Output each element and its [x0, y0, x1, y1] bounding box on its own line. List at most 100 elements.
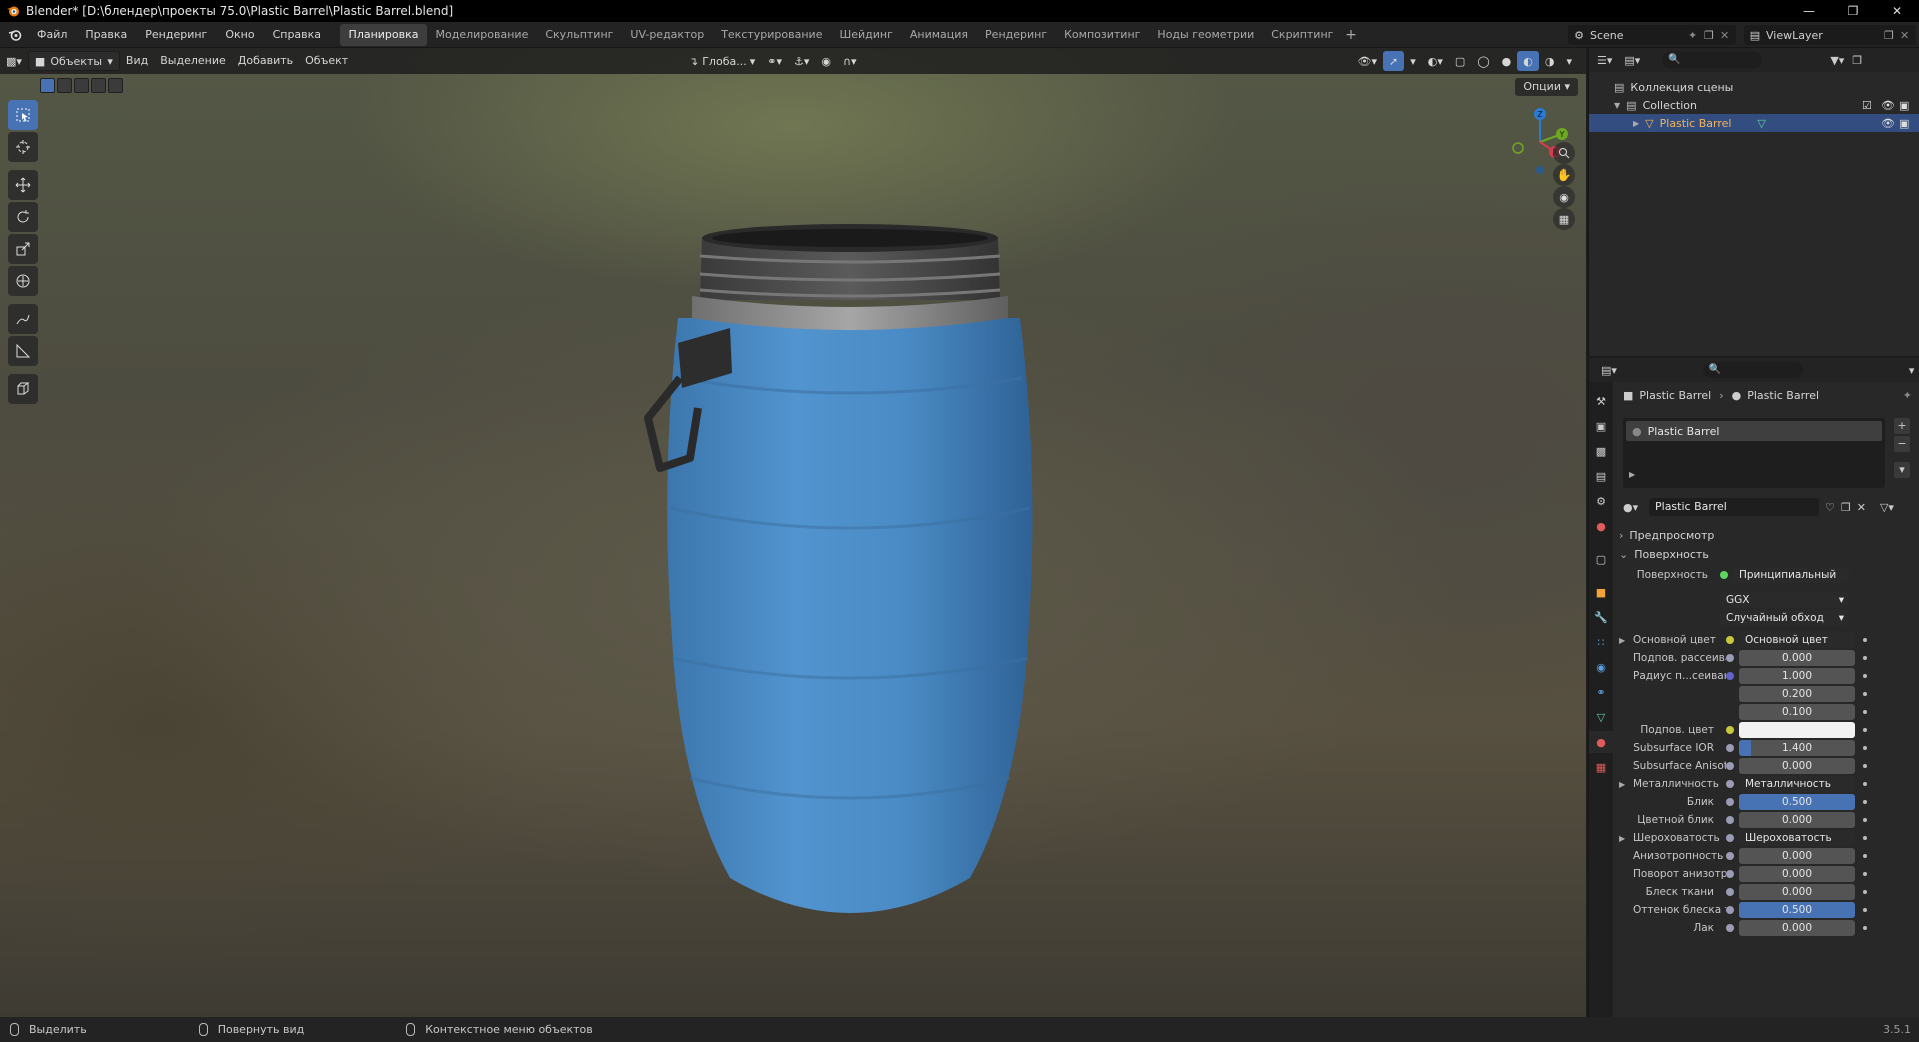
- socket-dot[interactable]: [1726, 906, 1734, 914]
- output-tab-icon[interactable]: ▩: [1589, 440, 1613, 462]
- material-name-field[interactable]: Plastic Barrel: [1649, 498, 1819, 516]
- solid-shading-icon[interactable]: ●: [1496, 51, 1518, 71]
- numeric-field[interactable]: 0.000: [1739, 920, 1855, 936]
- delete-scene-icon[interactable]: ✕: [1720, 29, 1736, 42]
- minimize-icon[interactable]: —: [1787, 0, 1831, 22]
- keyframe-dot-icon[interactable]: [1863, 908, 1867, 912]
- editor-type-button[interactable]: ▩▾: [0, 51, 28, 71]
- particles-tab-icon[interactable]: ∷: [1589, 631, 1613, 653]
- numeric-field[interactable]: 1.400: [1739, 740, 1855, 756]
- socket-dot[interactable]: [1726, 672, 1734, 680]
- select-intersect-icon[interactable]: [108, 77, 123, 93]
- render-camera-icon[interactable]: ▣: [1899, 117, 1909, 130]
- material-tab-icon[interactable]: ●: [1589, 731, 1613, 753]
- scene-tab-icon[interactable]: ⚙: [1589, 490, 1613, 512]
- keyframe-dot-icon[interactable]: [1863, 764, 1867, 768]
- pan-hand-icon[interactable]: ✋: [1553, 164, 1575, 186]
- 3d-viewport[interactable]: ▩▾ ■ Объекты ▾ Вид Выделение Добавить Об…: [0, 48, 1586, 1017]
- panel-preview-header[interactable]: › Предпросмотр: [1619, 526, 1914, 544]
- rendered-shading-icon[interactable]: ◑: [1539, 51, 1561, 71]
- outliner-row-scene-collection[interactable]: ▤ Коллекция сцены: [1589, 78, 1919, 96]
- keyframe-dot-icon[interactable]: [1863, 710, 1867, 714]
- panel-surface-header[interactable]: ⌄ Поверхность: [1619, 545, 1914, 563]
- socket-dot[interactable]: [1726, 726, 1734, 734]
- perspective-grid-icon[interactable]: ▦: [1553, 208, 1575, 230]
- scale-icon[interactable]: [8, 234, 38, 264]
- keyframe-dot-icon[interactable]: [1863, 890, 1867, 894]
- gizmo-dropdown-icon[interactable]: ▾: [1404, 51, 1422, 71]
- keyframe-dot-icon[interactable]: [1863, 674, 1867, 678]
- socket-dot[interactable]: [1726, 744, 1734, 752]
- exclude-checkbox[interactable]: ☑: [1862, 99, 1872, 112]
- subsurface-method-dropdown[interactable]: Случайный обход ▾: [1720, 610, 1848, 626]
- tool-tab-icon[interactable]: ⚒: [1589, 390, 1613, 412]
- new-view-layer-icon[interactable]: ❐: [1884, 29, 1900, 42]
- add-cube-icon[interactable]: [8, 374, 38, 404]
- socket-dot[interactable]: [1726, 762, 1734, 770]
- expand-arrow-icon[interactable]: ▼: [1614, 101, 1620, 110]
- maximize-icon[interactable]: ❐: [1831, 0, 1875, 22]
- world-tab-icon[interactable]: ●: [1589, 515, 1613, 537]
- viewport-menu-object[interactable]: Объект: [299, 48, 354, 74]
- keyframe-dot-icon[interactable]: [1863, 872, 1867, 876]
- tab-geometry-nodes[interactable]: Ноды геометрии: [1149, 24, 1263, 46]
- outliner-search-input[interactable]: 🔍: [1662, 52, 1763, 68]
- render-tab-icon[interactable]: ▣: [1589, 415, 1613, 437]
- tab-compositing[interactable]: Композитинг: [1056, 24, 1149, 46]
- wireframe-shading-icon[interactable]: ◯: [1471, 51, 1495, 71]
- linked-input-field[interactable]: Металличность: [1739, 776, 1855, 792]
- delete-view-layer-icon[interactable]: ✕: [1900, 29, 1916, 42]
- orientation-dropdown[interactable]: ↴ Глоба... ▾: [683, 51, 761, 71]
- slot-specials-icon[interactable]: ▾: [1894, 462, 1910, 478]
- socket-dot[interactable]: [1726, 834, 1734, 842]
- surface-shader-field[interactable]: Принципиальный BSDF: [1733, 567, 1849, 583]
- numeric-field[interactable]: 0.000: [1739, 884, 1855, 900]
- material-slot-list[interactable]: ● Plastic Barrel ▶: [1623, 418, 1885, 488]
- linked-input-field[interactable]: Шероховатость: [1739, 830, 1855, 846]
- keyframe-dot-icon[interactable]: [1863, 800, 1867, 804]
- numeric-field[interactable]: 0.000: [1739, 758, 1855, 774]
- expand-arrow-icon[interactable]: ▶: [1619, 636, 1629, 645]
- view-layer-tab-icon[interactable]: ▤: [1589, 465, 1613, 487]
- menu-help[interactable]: Справка: [264, 22, 330, 48]
- keyframe-dot-icon[interactable]: [1863, 746, 1867, 750]
- plastic-barrel-object[interactable]: [620, 218, 1080, 958]
- pin-icon[interactable]: ✦: [1688, 29, 1704, 42]
- new-scene-icon[interactable]: ❐: [1704, 29, 1720, 42]
- socket-dot[interactable]: [1726, 888, 1734, 896]
- numeric-field[interactable]: 0.500: [1739, 902, 1855, 918]
- numeric-field[interactable]: 1.000: [1739, 668, 1855, 684]
- tab-modeling[interactable]: Моделирование: [427, 24, 537, 46]
- options-dropdown[interactable]: Опции ▾: [1515, 78, 1578, 96]
- annotate-icon[interactable]: [8, 304, 38, 334]
- socket-dot[interactable]: [1726, 924, 1734, 932]
- keyframe-dot-icon[interactable]: [1863, 638, 1867, 642]
- view-layer-selector[interactable]: ▤ ViewLayer ❐ ✕: [1744, 25, 1916, 45]
- outliner-editor-icon[interactable]: ☰▾: [1597, 54, 1612, 67]
- keyframe-dot-icon[interactable]: [1863, 692, 1867, 696]
- modifier-tab-icon[interactable]: 🔧: [1589, 606, 1613, 628]
- collection-tab-icon[interactable]: ▢: [1589, 548, 1613, 570]
- numeric-field[interactable]: 0.000: [1739, 866, 1855, 882]
- menu-edit[interactable]: Правка: [76, 22, 136, 48]
- socket-dot[interactable]: [1726, 852, 1734, 860]
- gizmo-neg-z[interactable]: [1536, 166, 1544, 174]
- keyframe-dot-icon[interactable]: [1863, 854, 1867, 858]
- expand-arrow-icon[interactable]: ▶: [1619, 834, 1629, 843]
- keyframe-dot-icon[interactable]: [1863, 836, 1867, 840]
- material-browse-icon[interactable]: ●▾: [1623, 501, 1645, 514]
- blender-menu-icon[interactable]: [8, 28, 22, 42]
- menu-file[interactable]: Файл: [28, 22, 76, 48]
- outliner-row-collection[interactable]: ▼ ▤ Collection ☑ 👁 ▣: [1589, 96, 1919, 114]
- rotate-icon[interactable]: [8, 202, 38, 232]
- select-box-icon[interactable]: [8, 100, 38, 130]
- measure-icon[interactable]: [8, 336, 38, 366]
- unlink-material-icon[interactable]: ✕: [1857, 501, 1866, 514]
- select-extend-icon[interactable]: [57, 77, 72, 93]
- object-tab-icon[interactable]: ■: [1589, 581, 1613, 603]
- camera-view-icon[interactable]: ◉: [1553, 186, 1575, 208]
- mesh-data-icon[interactable]: ▽: [1757, 117, 1765, 130]
- menu-window[interactable]: Окно: [216, 22, 263, 48]
- viewport-menu-view[interactable]: Вид: [120, 48, 154, 74]
- cursor-icon[interactable]: [8, 132, 38, 162]
